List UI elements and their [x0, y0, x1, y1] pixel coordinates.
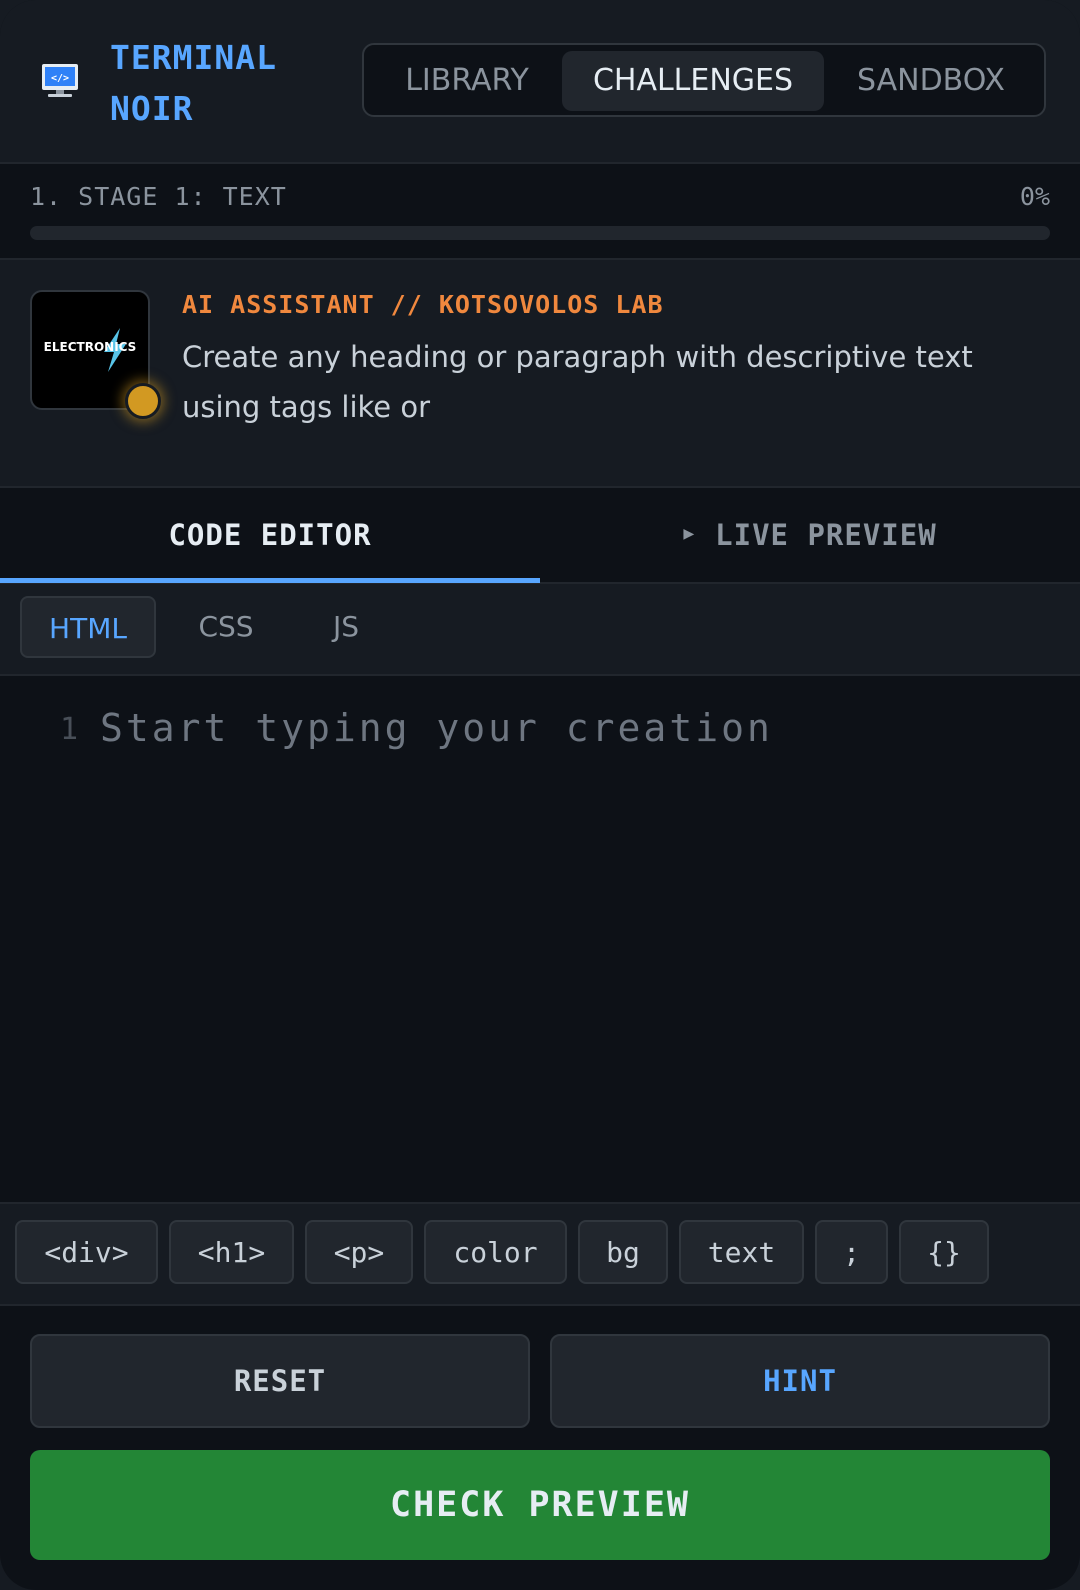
assistant-title: AI ASSISTANT // KOTSOVOLOS LAB — [182, 290, 664, 319]
tab-code-editor-label: CODE EDITOR — [168, 518, 372, 552]
tab-code-editor[interactable]: CODE EDITOR — [0, 488, 540, 582]
snippet-color-button[interactable]: color — [424, 1220, 567, 1284]
lang-tab-css[interactable]: CSS — [176, 596, 276, 658]
tab-live-preview[interactable]: ▶ LIVE PREVIEW — [540, 488, 1080, 582]
status-dot — [125, 383, 161, 419]
brand-line-2: NOIR — [110, 89, 194, 128]
tab-live-preview-label: LIVE PREVIEW — [715, 518, 937, 552]
reset-button[interactable]: RESET — [30, 1334, 530, 1428]
app-window: </> TERMINAL NOIR LIBRARY CHALLENGES SAN… — [0, 0, 1080, 1590]
snippet-semicolon-button[interactable]: ; — [815, 1220, 888, 1284]
snippet-braces-button[interactable]: {} — [899, 1220, 989, 1284]
snippet-div-button[interactable]: <div> — [15, 1220, 158, 1284]
avatar-logo-text: ELECTRONICS — [43, 340, 137, 354]
check-preview-button[interactable]: CHECK PREVIEW — [30, 1450, 1050, 1560]
brand-title: TERMINAL NOIR — [110, 32, 277, 134]
snippet-bg-button[interactable]: bg — [578, 1220, 668, 1284]
monitor-code-icon: </> — [42, 64, 78, 97]
tab-challenges[interactable]: CHALLENGES — [562, 51, 824, 111]
code-input[interactable] — [100, 706, 1040, 1176]
assistant-panel: ELECTRONICS AI ASSISTANT // KOTSOVOLOS L… — [0, 260, 1080, 488]
stage-progress-bar — [30, 226, 1050, 240]
lang-tab-js[interactable]: JS — [300, 596, 392, 658]
snippet-toolbar: <div> <h1> <p> color bg text ; {} — [0, 1202, 1080, 1306]
play-icon: ▶ — [683, 523, 696, 544]
stage-bar: 1. STAGE 1: TEXT 0% — [0, 164, 1080, 260]
brand-line-1: TERMINAL — [110, 38, 277, 77]
line-number: 1 — [60, 712, 79, 747]
language-tabs: HTML CSS JS — [0, 584, 1080, 676]
tab-library[interactable]: LIBRARY — [372, 51, 562, 111]
stage-title: 1. STAGE 1: TEXT — [30, 182, 287, 211]
snippet-p-button[interactable]: <p> — [305, 1220, 413, 1284]
code-editor: 1 — [0, 676, 1080, 1202]
hint-button[interactable]: HINT — [550, 1334, 1050, 1428]
stage-percent: 0% — [1019, 182, 1050, 211]
view-tabs: CODE EDITOR ▶ LIVE PREVIEW — [0, 488, 1080, 584]
lang-tab-html[interactable]: HTML — [20, 596, 156, 658]
active-tab-indicator — [0, 578, 540, 583]
snippet-h1-button[interactable]: <h1> — [169, 1220, 294, 1284]
snippet-text-button[interactable]: text — [679, 1220, 804, 1284]
assistant-message: Create any heading or paragraph with des… — [182, 340, 973, 424]
svg-text:</>: </> — [51, 73, 69, 84]
main-nav: LIBRARY CHALLENGES SANDBOX — [362, 43, 1046, 117]
header: </> TERMINAL NOIR LIBRARY CHALLENGES SAN… — [0, 0, 1080, 164]
tab-sandbox[interactable]: SANDBOX — [826, 51, 1036, 111]
